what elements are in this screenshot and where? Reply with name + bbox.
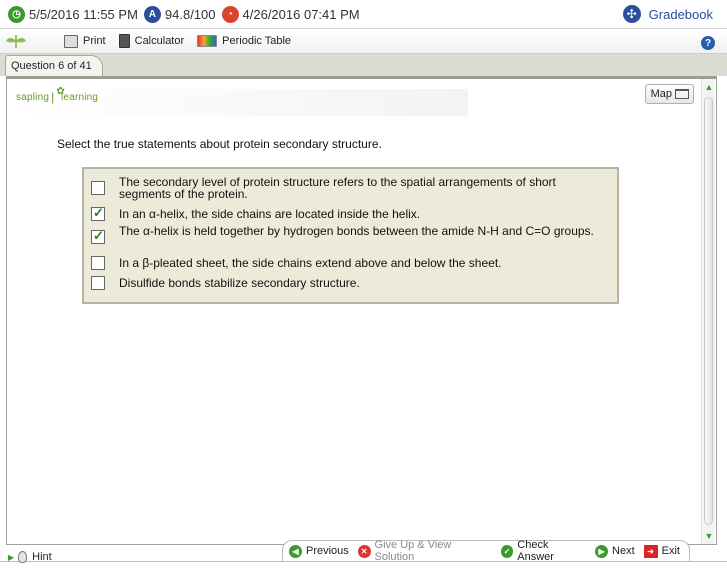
option-text: The α-helix is held together by hydrogen…: [119, 224, 594, 238]
question-frame: sapling | ✿ learning Map Select the true…: [6, 76, 717, 545]
tab-strip: Question 6 of 41: [0, 54, 727, 76]
option-row[interactable]: In an α-helix, the side chains are locat…: [84, 203, 617, 223]
map-button[interactable]: Map: [644, 84, 694, 104]
check-answer-label: Check Answer: [517, 539, 554, 563]
option-checkbox[interactable]: [91, 228, 105, 244]
calculator-button[interactable]: Calculator: [118, 34, 185, 48]
periodic-table-icon: [197, 35, 218, 47]
option-checkbox[interactable]: [91, 256, 105, 270]
sapling-learning-logo: sapling | ✿ learning: [16, 86, 99, 105]
next-label: Next: [612, 545, 635, 557]
due-info: ◔ 4/26/2016 07:41 PM: [221, 5, 360, 23]
logo-right: learning: [61, 91, 99, 103]
toolbar: Print Calculator Periodic Table: [0, 29, 727, 54]
exit-icon: ➜: [643, 544, 658, 558]
give-up-button[interactable]: ✕ Give Up & View Solution: [357, 539, 492, 563]
question-tab[interactable]: Question 6 of 41: [5, 55, 103, 76]
question-tab-label: Question 6 of 41: [11, 60, 92, 72]
due-date-icon: ◔: [221, 5, 239, 23]
option-text: In a β-pleated sheet, the side chains ex…: [119, 256, 502, 270]
periodic-table-label: Periodic Table: [222, 35, 292, 47]
check-icon: ✓: [500, 544, 514, 558]
exit-label: Exit: [661, 545, 680, 557]
bottom-bar: ▶ Hint ◀ Previous ✕ Give Up & View Solut…: [0, 539, 727, 572]
options-box: The secondary level of protein structure…: [82, 167, 619, 304]
next-arrow-icon: ▶: [595, 544, 609, 558]
calculator-icon: [118, 34, 130, 48]
scroll-thumb[interactable]: [704, 97, 713, 525]
option-row[interactable]: In a β-pleated sheet, the side chains ex…: [84, 252, 617, 272]
logo-left: sapling: [16, 91, 50, 103]
option-checkbox[interactable]: [91, 205, 105, 221]
option-checkbox[interactable]: [91, 181, 105, 195]
score-info: A 94.8/100: [143, 5, 216, 23]
clock-icon: ◷: [8, 5, 25, 23]
printer-icon: [64, 34, 78, 48]
sapling-leaf-icon: [6, 35, 26, 49]
time-info: ◷ 5/5/2016 11:55 PM: [8, 5, 138, 23]
option-text: In an α-helix, the side chains are locat…: [119, 207, 421, 221]
expand-triangle-icon: ▶: [8, 552, 15, 562]
option-checkbox[interactable]: [91, 276, 105, 290]
score-text: 94.8/100: [164, 6, 216, 22]
give-up-icon: ✕: [357, 544, 371, 558]
option-text: Disulfide bonds stabilize secondary stru…: [119, 276, 360, 290]
lightbulb-icon: [18, 551, 28, 563]
next-button[interactable]: ▶ Next: [595, 544, 635, 558]
map-label: Map: [650, 88, 672, 100]
question-prompt: Select the true statements about protein…: [57, 137, 382, 151]
check-answer-button[interactable]: ✓ Check Answer: [500, 539, 586, 563]
logo-leaf-icon: ✿: [56, 85, 66, 97]
status-bar: ◷ 5/5/2016 11:55 PM A 94.8/100 ◔ 4/26/20…: [0, 0, 727, 29]
hint-label: Hint: [32, 551, 52, 563]
gradebook-link[interactable]: ✣ Gradebook: [622, 5, 713, 23]
help-icon[interactable]: ?: [701, 36, 715, 50]
periodic-table-button[interactable]: Periodic Table: [197, 35, 291, 47]
logo-divider: |: [51, 90, 55, 104]
scroll-up-icon[interactable]: ▲: [703, 81, 715, 93]
gradebook-label: Gradebook: [648, 6, 713, 22]
print-button[interactable]: Print: [64, 34, 106, 48]
vertical-scrollbar[interactable]: ▲ ▼: [701, 79, 715, 544]
option-row[interactable]: The secondary level of protein structure…: [84, 174, 617, 203]
calculator-label: Calculator: [134, 35, 185, 47]
score-icon: A: [143, 5, 161, 23]
option-text: The secondary level of protein structure…: [119, 175, 556, 201]
question-nav: ◀ Previous ✕ Give Up & View Solution ✓ C…: [282, 539, 690, 563]
print-label: Print: [83, 35, 106, 47]
previous-label: Previous: [306, 545, 349, 557]
exit-button[interactable]: ➜ Exit: [643, 544, 680, 558]
hint-button[interactable]: ▶ Hint: [8, 548, 52, 566]
time-text: 5/5/2016 11:55 PM: [29, 6, 138, 22]
scroll-down-icon[interactable]: ▼: [703, 530, 715, 542]
previous-button[interactable]: ◀ Previous: [289, 544, 349, 558]
give-up-label: Give Up & View Solution: [374, 539, 452, 563]
option-row[interactable]: The α-helix is held together by hydrogen…: [84, 223, 617, 252]
map-icon: [675, 89, 689, 99]
due-text: 4/26/2016 07:41 PM: [242, 6, 360, 22]
option-row[interactable]: Disulfide bonds stabilize secondary stru…: [84, 272, 617, 292]
previous-arrow-icon: ◀: [289, 544, 302, 558]
gradebook-icon: ✣: [622, 5, 641, 23]
